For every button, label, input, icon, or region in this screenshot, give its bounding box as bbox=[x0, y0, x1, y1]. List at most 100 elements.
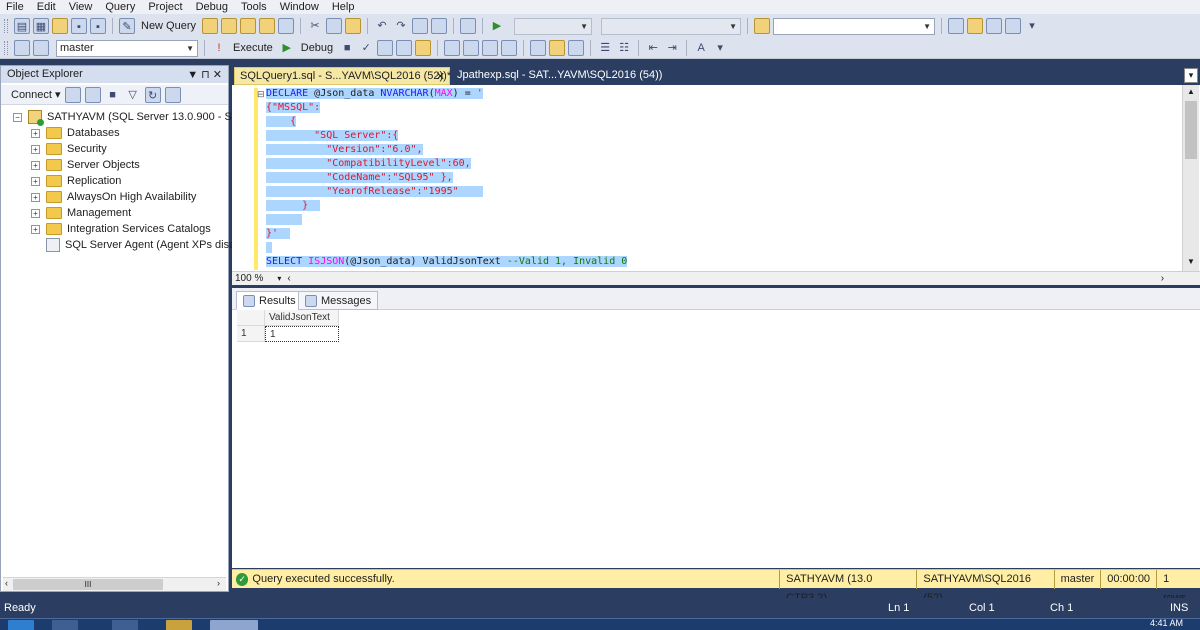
parse-icon[interactable]: ✓ bbox=[358, 40, 374, 56]
toolbar-grip[interactable] bbox=[4, 19, 8, 33]
scroll-thumb[interactable]: III bbox=[13, 579, 163, 590]
save-all-icon[interactable]: ▪ bbox=[90, 18, 106, 34]
decrease-indent-icon[interactable]: ⇤ bbox=[645, 40, 661, 56]
collapse-region-icon[interactable]: ⊟ bbox=[257, 89, 265, 100]
scroll-up-icon[interactable]: ▲ bbox=[1187, 87, 1195, 96]
database-engine-query-icon[interactable] bbox=[202, 18, 219, 34]
query-editor[interactable]: ⊟ DECLARE @Json_data NVARCHAR(MAX) = ' {… bbox=[232, 85, 1200, 285]
cut-icon[interactable]: ✂ bbox=[307, 18, 323, 34]
debug-icon[interactable]: ▶ bbox=[279, 40, 295, 56]
find-in-files-icon[interactable] bbox=[754, 18, 771, 34]
increase-indent-icon[interactable]: ⇥ bbox=[664, 40, 680, 56]
editor-vertical-scrollbar[interactable]: ▲ ▼ bbox=[1182, 85, 1199, 271]
scroll-right-icon[interactable]: › bbox=[1161, 273, 1164, 284]
taskbar-powershell-icon[interactable] bbox=[112, 620, 138, 630]
start-icon[interactable]: ▶ bbox=[489, 18, 505, 34]
new-query-button[interactable]: New Query bbox=[138, 20, 199, 32]
zoom-level[interactable]: 100 % bbox=[235, 273, 263, 284]
results-to-icon[interactable] bbox=[415, 40, 432, 56]
tree-node-alwayson[interactable]: + AlwaysOn High Availability bbox=[31, 189, 196, 205]
tab-overflow-chevron-icon[interactable]: ▾ bbox=[1184, 68, 1198, 83]
analysis-query-icon[interactable] bbox=[221, 18, 238, 34]
scroll-down-icon[interactable]: ▼ bbox=[1187, 257, 1195, 266]
navigate-icon[interactable] bbox=[412, 18, 429, 34]
execute-button[interactable]: Execute bbox=[230, 42, 276, 54]
activity-icon[interactable] bbox=[164, 86, 181, 103]
grid-row-number[interactable]: 1 bbox=[237, 326, 265, 342]
disconnect-icon[interactable] bbox=[84, 86, 101, 103]
expand-icon[interactable]: + bbox=[31, 176, 40, 186]
menu-view[interactable]: View bbox=[69, 1, 93, 13]
grid-cell[interactable]: 1 bbox=[265, 326, 339, 342]
client-stats-icon[interactable] bbox=[501, 40, 518, 56]
paste-icon[interactable] bbox=[345, 18, 362, 34]
scroll-left-icon[interactable]: ‹ bbox=[5, 578, 8, 588]
comment-icon[interactable]: ☰ bbox=[597, 40, 613, 56]
properties-icon[interactable] bbox=[986, 18, 1003, 34]
scroll-right-icon[interactable]: › bbox=[217, 578, 220, 588]
cancel-query-icon[interactable]: ■ bbox=[339, 40, 355, 56]
include-plan-icon[interactable] bbox=[463, 40, 480, 56]
menu-file[interactable]: File bbox=[6, 1, 24, 13]
zoom-chevron-down-icon[interactable]: ▾ bbox=[277, 274, 281, 283]
connect-server-icon[interactable] bbox=[64, 86, 81, 103]
display-plan-icon[interactable] bbox=[377, 40, 394, 56]
panel-pin-icon[interactable]: ▼ ⊓ ✕ bbox=[187, 68, 222, 81]
menu-debug[interactable]: Debug bbox=[196, 1, 228, 13]
redo-icon[interactable]: ↷ bbox=[393, 18, 409, 34]
menu-query[interactable]: Query bbox=[105, 1, 135, 13]
tab-jpathexp[interactable]: Jpathexp.sql - SAT...YAVM\SQL2016 (54)) bbox=[452, 67, 672, 85]
tree-node-integration-services[interactable]: + Integration Services Catalogs bbox=[31, 221, 211, 237]
tree-node-databases[interactable]: + Databases bbox=[31, 125, 120, 141]
tab-messages[interactable]: Messages bbox=[298, 291, 379, 310]
save-icon[interactable]: ▪ bbox=[71, 18, 87, 34]
mdx-query-icon[interactable] bbox=[240, 18, 257, 34]
undo-icon[interactable]: ↶ bbox=[374, 18, 390, 34]
connect-button[interactable]: Connect ▾ bbox=[11, 88, 61, 101]
object-explorer-icon[interactable] bbox=[967, 18, 984, 34]
window-icon[interactable] bbox=[431, 18, 448, 34]
expand-icon[interactable]: + bbox=[31, 160, 40, 170]
expand-icon[interactable]: + bbox=[31, 192, 40, 202]
tab-results[interactable]: Results bbox=[236, 291, 303, 310]
toolbar-options-icon[interactable]: ▾ bbox=[712, 40, 728, 56]
close-tab-icon[interactable]: ✕ bbox=[436, 70, 445, 83]
collapse-icon[interactable]: − bbox=[13, 112, 22, 122]
menu-edit[interactable]: Edit bbox=[37, 1, 56, 13]
expand-icon[interactable]: + bbox=[31, 144, 40, 154]
change-connection-icon[interactable] bbox=[33, 40, 49, 56]
add-item-icon[interactable]: ▦ bbox=[33, 18, 49, 34]
query-designer-icon[interactable] bbox=[396, 40, 413, 56]
solution-config-select[interactable]: ▼ bbox=[514, 17, 593, 35]
tree-node-management[interactable]: + Management bbox=[31, 205, 131, 221]
uncomment-icon[interactable]: ☷ bbox=[616, 40, 632, 56]
database-select[interactable]: master ▼ bbox=[56, 39, 198, 57]
solution-platform-select[interactable]: ▼ bbox=[601, 17, 742, 35]
start-button-icon[interactable] bbox=[8, 620, 34, 630]
grid-corner[interactable] bbox=[237, 310, 265, 326]
menu-help[interactable]: Help bbox=[332, 1, 355, 13]
xmla-query-icon[interactable] bbox=[278, 18, 295, 34]
new-project-icon[interactable]: ▤ bbox=[14, 18, 30, 34]
expand-icon[interactable]: + bbox=[31, 224, 40, 234]
execute-icon[interactable]: ! bbox=[211, 40, 227, 56]
scroll-left-icon[interactable]: ‹ bbox=[287, 273, 290, 284]
menu-window[interactable]: Window bbox=[280, 1, 319, 13]
registered-servers-icon[interactable] bbox=[948, 18, 965, 34]
toolbar-options-icon[interactable]: ▾ bbox=[1024, 18, 1040, 34]
tree-node-server-objects[interactable]: + Server Objects bbox=[31, 157, 140, 173]
taskbar-explorer-icon[interactable] bbox=[166, 620, 192, 630]
tree-server-node[interactable]: − SATHYAVM (SQL Server 13.0.900 - SATH bbox=[13, 109, 253, 126]
results-to-file-icon[interactable] bbox=[568, 40, 585, 56]
refresh-icon[interactable]: ↻ bbox=[144, 86, 161, 103]
scroll-thumb[interactable] bbox=[1185, 101, 1197, 159]
results-to-grid-icon[interactable] bbox=[549, 40, 566, 56]
tab-sqlquery1[interactable]: SQLQuery1.sql - S...YAVM\SQL2016 (52))* … bbox=[234, 67, 451, 85]
specify-values-icon[interactable]: A bbox=[693, 40, 709, 56]
tree-node-sql-agent[interactable]: SQL Server Agent (Agent XPs disabl bbox=[46, 237, 244, 253]
tree-node-security[interactable]: + Security bbox=[31, 141, 107, 157]
open-file-icon[interactable] bbox=[52, 18, 68, 34]
tree-node-replication[interactable]: + Replication bbox=[31, 173, 121, 189]
connect-icon[interactable] bbox=[14, 40, 30, 56]
intellisense-icon[interactable] bbox=[444, 40, 461, 56]
